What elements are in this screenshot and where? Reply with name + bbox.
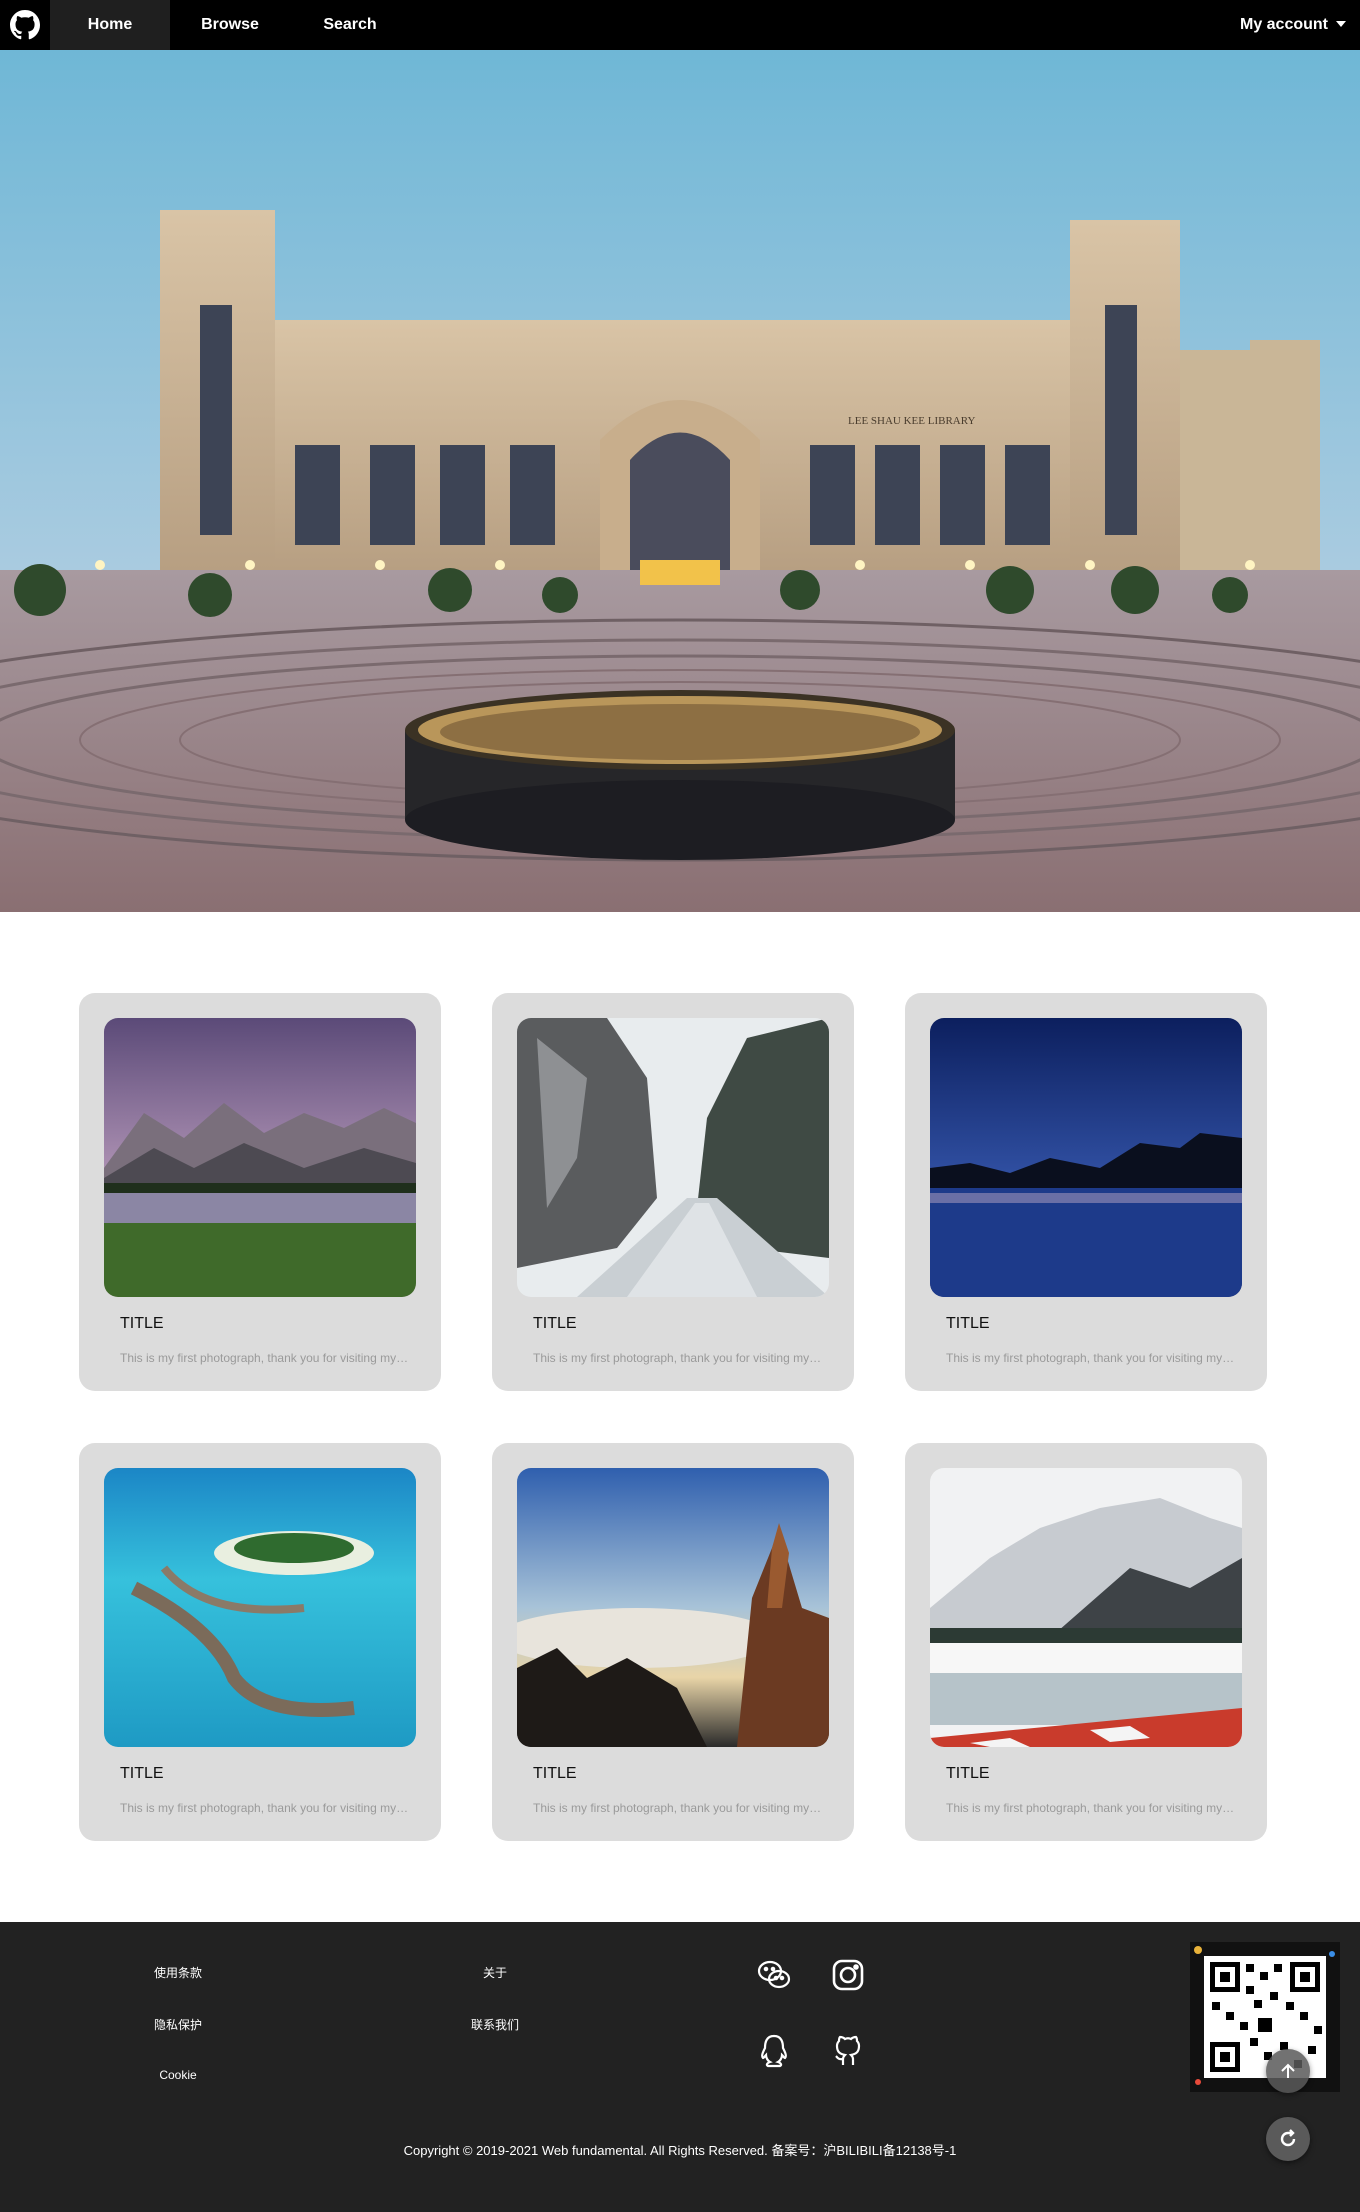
instagram-icon[interactable] bbox=[828, 1955, 868, 1995]
photo-card[interactable]: TITLE This is my first photograph, thank… bbox=[492, 1443, 854, 1841]
hero-banner-image: LEE SHAU KEE LIBRARY bbox=[0, 50, 1360, 912]
footer-link-cookie[interactable]: Cookie bbox=[138, 2068, 218, 2082]
back-to-top-icon bbox=[1281, 2063, 1295, 2078]
card-photo-snow-mountain bbox=[930, 1468, 1242, 1747]
my-account-dropdown[interactable]: My account bbox=[1240, 0, 1346, 50]
card-description: This is my first photograph, thank you f… bbox=[120, 1801, 410, 1815]
top-navbar: Home Browse Search My account bbox=[0, 0, 1360, 50]
footer-link-terms[interactable]: 使用条款 bbox=[138, 1964, 218, 1981]
footer-link-about[interactable]: 关于 bbox=[455, 1964, 535, 1981]
card-description: This is my first photograph, thank you f… bbox=[533, 1801, 823, 1815]
photo-card[interactable]: TITLE This is my first photograph, thank… bbox=[492, 993, 854, 1391]
nav-tab-home[interactable]: Home bbox=[50, 0, 170, 50]
wechat-icon[interactable] bbox=[754, 1955, 794, 1995]
card-photo-night-lake bbox=[930, 1018, 1242, 1297]
card-title: TITLE bbox=[946, 1315, 990, 1332]
qr-code bbox=[1190, 1942, 1340, 2092]
qq-icon[interactable] bbox=[754, 2031, 794, 2071]
photo-card[interactable]: TITLE This is my first photograph, thank… bbox=[79, 993, 441, 1391]
refresh-button[interactable] bbox=[1266, 2117, 1310, 2161]
card-title: TITLE bbox=[533, 1315, 577, 1332]
back-to-top-button[interactable] bbox=[1266, 2049, 1310, 2093]
refresh-icon bbox=[1280, 2129, 1296, 2147]
card-title: TITLE bbox=[946, 1765, 990, 1782]
card-photo-mountain-lake bbox=[104, 1018, 416, 1297]
my-account-label: My account bbox=[1239, 16, 1328, 33]
building-sign-text: LEE SHAU KEE LIBRARY bbox=[848, 415, 975, 427]
card-photo-rocky-peaks bbox=[517, 1468, 829, 1747]
card-description: This is my first photograph, thank you f… bbox=[946, 1801, 1236, 1815]
footer-link-contact[interactable]: 联系我们 bbox=[455, 2016, 535, 2033]
photo-card[interactable]: TITLE This is my first photograph, thank… bbox=[905, 993, 1267, 1391]
footer-link-privacy[interactable]: 隐私保护 bbox=[138, 2016, 218, 2033]
copyright-text: Copyright © 2019-2021 Web fundamental. A… bbox=[403, 2143, 957, 2158]
nav-tab-search[interactable]: Search bbox=[290, 0, 410, 50]
caret-down-icon bbox=[1336, 21, 1346, 27]
photo-card[interactable]: TITLE This is my first photograph, thank… bbox=[905, 1443, 1267, 1841]
photo-card[interactable]: TITLE This is my first photograph, thank… bbox=[79, 1443, 441, 1841]
card-photo-snowy-canyon bbox=[517, 1018, 829, 1297]
card-title: TITLE bbox=[120, 1765, 164, 1782]
site-footer: 使用条款 隐私保护 Cookie 关于 联系我们 Copyright © 201… bbox=[0, 1922, 1360, 2212]
card-photo-tropical-island bbox=[104, 1468, 416, 1747]
card-description: This is my first photograph, thank you f… bbox=[946, 1351, 1236, 1365]
card-title: TITLE bbox=[120, 1315, 164, 1332]
nav-tab-browse[interactable]: Browse bbox=[170, 0, 290, 50]
card-description: This is my first photograph, thank you f… bbox=[120, 1351, 410, 1365]
card-title: TITLE bbox=[533, 1765, 577, 1782]
github-logo-icon[interactable] bbox=[0, 0, 50, 50]
github-icon[interactable] bbox=[828, 2031, 868, 2071]
card-description: This is my first photograph, thank you f… bbox=[533, 1351, 823, 1365]
